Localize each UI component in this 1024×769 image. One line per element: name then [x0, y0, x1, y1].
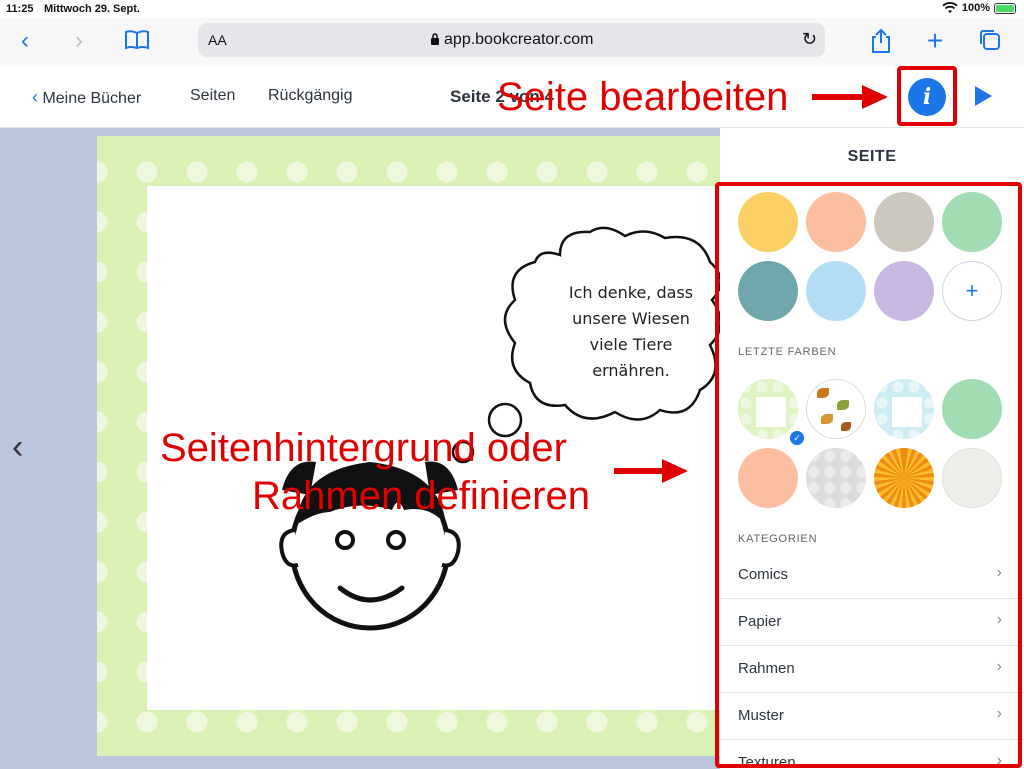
annotation-background-line1: Seitenhintergrund oder [160, 426, 567, 470]
panel-title: SEITE [847, 148, 897, 165]
annotation-edit-page: Seite bearbeiten [497, 75, 789, 119]
thought-bubble-text: Ich denke, dass unsere Wiesen viele Tier… [568, 283, 694, 380]
annotation-arrow-right-icon [614, 459, 688, 483]
annotation-info-highlight [897, 66, 957, 126]
screen: 11:25 Mittwoch 29. Sept. 100% ‹ › AA app… [0, 0, 1024, 769]
annotation-arrow-right-icon [812, 85, 888, 109]
annotation-panel-highlight [715, 182, 1022, 768]
annotation-background-line2: Rahmen definieren [252, 474, 590, 518]
